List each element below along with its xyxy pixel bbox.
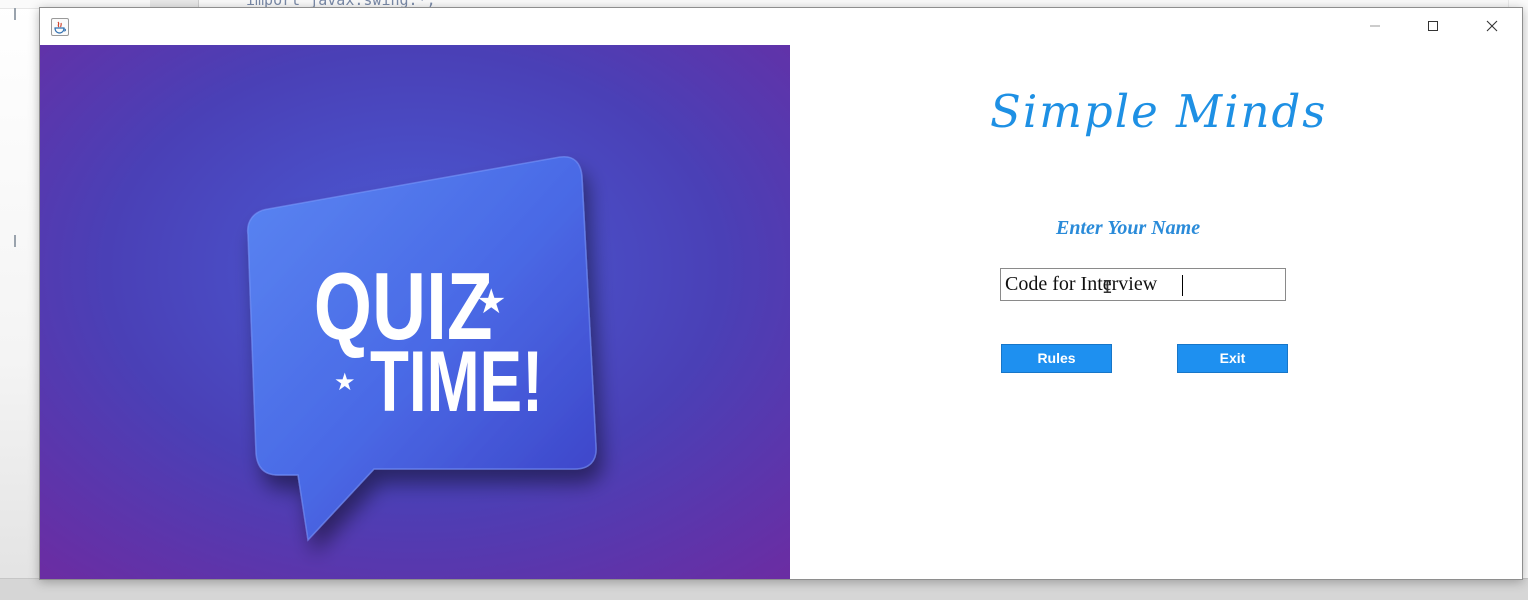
taskbar [0, 578, 1528, 600]
minimize-button[interactable] [1352, 8, 1398, 45]
ibeam-cursor-icon: I [1102, 279, 1113, 297]
minimize-icon [1370, 25, 1380, 27]
maximize-icon [1428, 21, 1438, 31]
rules-button[interactable]: Rules [1001, 344, 1112, 373]
editor-fold-marker [14, 235, 22, 247]
maximize-button[interactable] [1410, 8, 1456, 45]
editor-line-gutter [150, 0, 199, 7]
exit-button[interactable]: Exit [1177, 344, 1288, 373]
banner-time-text: TIME! [370, 335, 543, 430]
text-caret [1182, 275, 1183, 296]
java-app-icon [51, 18, 69, 36]
name-input[interactable] [1000, 268, 1286, 301]
quiz-time-banner-image: QUIZ ★ ★ TIME! [40, 45, 790, 579]
close-icon [1486, 20, 1498, 32]
banner-star-icon: ★ [334, 368, 356, 396]
close-button[interactable] [1469, 8, 1515, 45]
app-heading: Simple Minds [990, 85, 1328, 138]
name-label: Enter Your Name [1056, 217, 1201, 239]
title-bar[interactable] [40, 8, 1522, 45]
banner-star-icon: ★ [476, 282, 506, 322]
app-window: QUIZ ★ ★ TIME! Simple Minds Enter Your N… [39, 7, 1523, 580]
editor-fold-marker [14, 8, 22, 20]
